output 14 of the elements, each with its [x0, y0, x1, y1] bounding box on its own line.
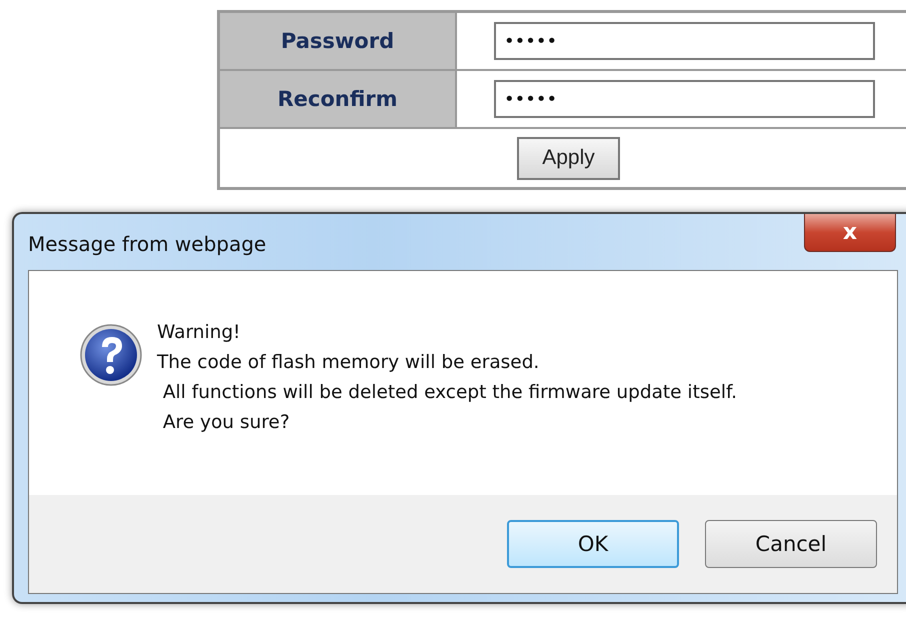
password-field[interactable]: •••••: [494, 80, 875, 118]
question-icon: [79, 323, 143, 387]
close-button[interactable]: x: [804, 214, 896, 252]
message-text: The code of flash memory will be erased.: [157, 351, 540, 375]
dialog-button[interactable]: OK: [507, 520, 679, 568]
apply-button[interactable]: Apply: [517, 136, 620, 180]
password-field[interactable]: •••••: [494, 22, 875, 60]
message-text: Are you sure?: [162, 411, 291, 435]
dialog-button[interactable]: Cancel: [705, 520, 877, 568]
dialog-title: Message from webpage: [28, 232, 266, 256]
field-label: Reconfirm: [220, 71, 457, 127]
message-text: Warning!: [157, 321, 242, 345]
message-text: All functions will be deleted except the firmware update itself.: [162, 381, 738, 405]
field-label: Password: [220, 13, 457, 69]
